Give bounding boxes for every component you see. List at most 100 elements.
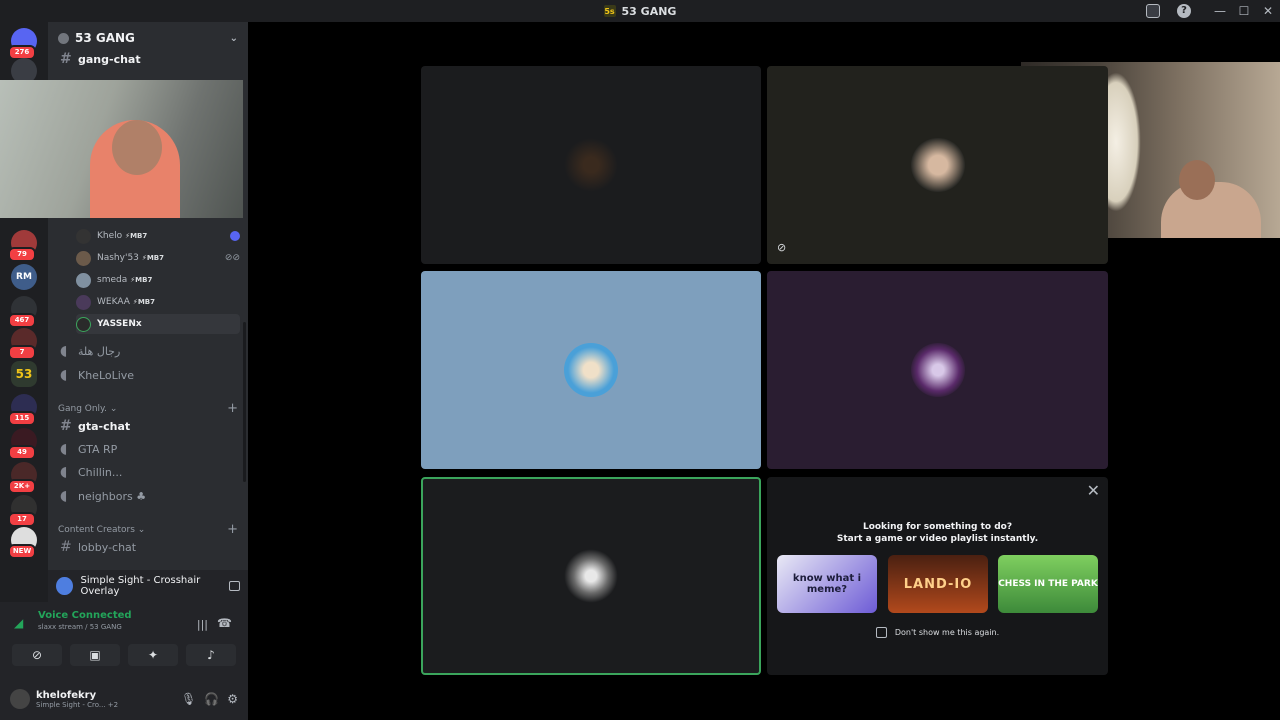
headphones-icon[interactable]: 🎧 [204,692,219,706]
server-logo-icon: 5s [603,5,616,17]
soundboard-button[interactable]: ♪ [186,644,236,666]
activity-card-know-what-i-meme[interactable]: know what i meme? [777,555,877,613]
noise-suppression-icon[interactable]: ||| [197,618,208,631]
voice-user[interactable]: smeda ⚡MB7 [76,270,240,290]
category-gang-only[interactable]: Gang Only. ⌄ + [58,401,238,416]
voice-user-tag: ⚡MB7 [132,298,155,306]
voice-user-name: YASSENx [97,319,142,329]
signal-icon[interactable]: ◢ [14,616,23,630]
activity-card-chess-in-the-park[interactable]: CHESS IN THE PARK [998,555,1098,613]
channel-label: KheLoLive [78,368,135,382]
avatar [76,228,91,244]
voice-user[interactable]: WEKAA ⚡MB7 [76,292,240,312]
video-tile[interactable] [421,271,761,469]
server-icon[interactable]: 49 [8,428,37,460]
channel-gta-chat[interactable]: # gta-chat [56,416,242,436]
screen-share-icon[interactable] [228,581,241,591]
server-icon[interactable]: 79 [8,230,37,262]
channel-gang-chat[interactable]: # gang-chat [56,49,242,69]
channel-label: gang-chat [78,52,141,66]
channel-neighbors[interactable]: ◖ neighbors ♣ [56,486,242,506]
voice-channel-icon: ◖ [60,367,68,383]
user-panel: khelofekry Simple Sight - Cro... +2 🎙 🎧 … [0,678,248,720]
server-icon[interactable]: RM [11,264,37,290]
voice-user-name: Khelo [97,231,123,241]
voice-user-name: smeda [97,275,128,285]
notification-badge: 467 [8,313,36,328]
notification-badge: 7 [8,345,36,360]
close-button[interactable]: ✕ [1256,4,1280,18]
category-content-creators[interactable]: Content Creators ⌄ + [58,522,238,537]
server-icon[interactable]: 2K+ [8,462,37,494]
voice-user[interactable]: Nashy'53 ⚡MB7 ⊘⊘ [76,248,240,268]
video-tile[interactable] [767,271,1108,469]
checkbox[interactable] [875,627,887,638]
channel-khelolive[interactable]: ◖ KheLoLive [56,365,242,385]
microphone-icon[interactable]: 🎙 [181,692,196,706]
server-icon[interactable]: 7 [8,328,37,360]
voice-channel-icon: ◖ [60,464,68,480]
server-icon[interactable]: 467 [8,296,37,328]
notification-badge: 79 [8,247,36,262]
voice-user-name: Nashy'53 [97,253,139,263]
channel-label: lobby-chat [78,540,137,554]
video-tile[interactable]: ⊘ [767,66,1108,264]
voice-user-selected[interactable]: YASSENx [76,314,240,334]
activities-button[interactable]: ✦ [128,644,178,666]
voice-channel-icon: ◖ [60,343,68,359]
server-header-icon [58,32,69,44]
camera-off-button[interactable]: ⊘ [12,644,62,666]
voice-channel-icon: ◖ [60,441,68,457]
channel-label: Chillin... [78,465,123,479]
channel-label: رجال هلة [78,344,121,358]
mute-deafen-icon: ⊘⊘ [224,253,240,263]
activity-card-label: CHESS IN THE PARK [998,579,1098,589]
sidebar-scrollbar[interactable] [243,322,246,482]
voice-panel: ◢ Voice Connected slaxx stream / 53 GANG… [0,602,248,678]
text-channel-icon: # [60,418,72,434]
user-status: Simple Sight - Cro... [36,700,106,709]
server-icon[interactable]: NEW [8,527,37,559]
video-tile[interactable] [421,66,761,264]
title-bar: 5s 53 GANG ? — ☐ ✕ [0,0,1280,22]
channel-voice[interactable]: ◖ رجال هلة [56,341,242,361]
server-icon[interactable]: 115 [8,394,37,426]
voice-user-tag: ⚡MB7 [125,232,148,240]
gear-icon[interactable]: ⚙ [227,692,238,706]
window-title: 53 GANG [621,4,677,18]
add-channel-icon[interactable]: + [227,522,238,537]
crosshair-icon [56,577,73,595]
activity-card-label: LAND-IO [903,576,973,592]
dont-show-again[interactable]: Don't show me this again. [767,627,1108,638]
voice-user[interactable]: Khelo ⚡MB7 [76,226,240,246]
help-icon[interactable]: ? [1177,4,1191,18]
server-name: 53 GANG [75,31,135,45]
video-tile-speaking[interactable] [421,477,761,675]
activity-overlay-bar[interactable]: Simple Sight - Crosshair Overlay [48,570,248,602]
maximize-button[interactable]: ☐ [1232,4,1256,18]
activity-card-land-io[interactable]: LAND-IO [888,555,988,613]
channel-label: neighbors ♣ [78,489,147,503]
screen-share-button[interactable]: ▣ [70,644,120,666]
add-channel-icon[interactable]: + [227,401,238,416]
dont-show-label: Don't show me this again. [894,628,1000,637]
username[interactable]: khelofekry [36,690,118,701]
channel-label: gta-chat [78,419,131,433]
inbox-icon[interactable] [1146,4,1160,18]
channel-chillin[interactable]: ◖ Chillin... [56,462,242,482]
participant-avatar [564,549,618,603]
avatar [76,294,91,310]
webcam-head [1179,160,1215,200]
disconnect-icon[interactable]: ☎ [217,616,232,630]
channel-gta-rp[interactable]: ◖ GTA RP [56,439,242,459]
avatar[interactable] [10,689,30,709]
server-icon-active[interactable]: 53 [11,361,37,387]
home-server-icon[interactable]: 276 [8,28,37,60]
minimize-button[interactable]: — [1208,4,1232,18]
notification-badge: 115 [8,411,36,426]
chevron-down-icon: ⌄ [229,32,238,44]
server-icon[interactable]: 17 [8,495,37,527]
channel-lobby-chat[interactable]: # lobby-chat [56,537,242,557]
close-icon[interactable]: ✕ [1087,481,1100,500]
voice-user-tag: ⚡MB7 [141,254,164,262]
